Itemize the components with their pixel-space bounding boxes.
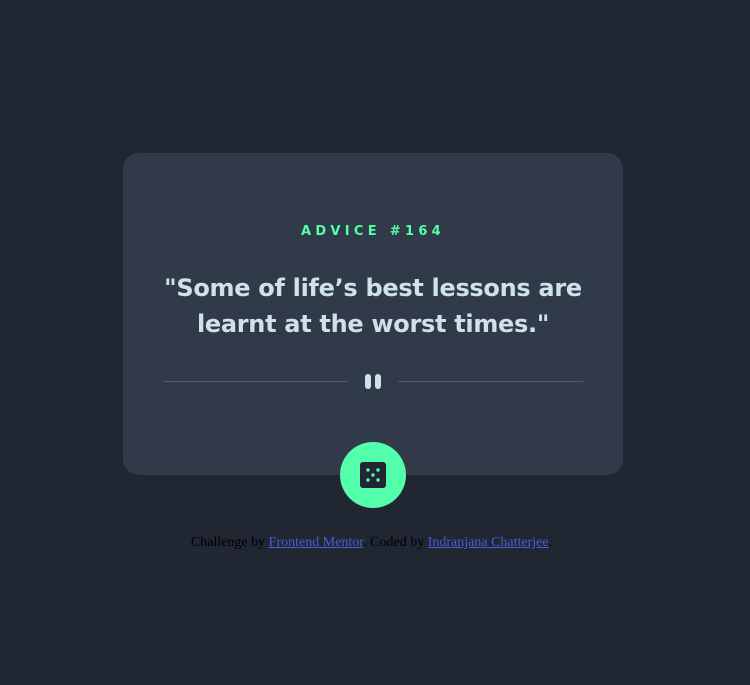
frontend-mentor-link[interactable]: Frontend Mentor [269,535,364,550]
generate-advice-button[interactable] [340,442,406,508]
attribution-suffix: . [548,535,553,550]
advice-id-label: ADVICE #164 [300,224,446,239]
author-link[interactable]: Indranjana Chatterjee [428,535,549,550]
advice-card: ADVICE #164 "Some of life’s best lessons… [123,153,623,475]
divider-line-left [163,381,348,382]
attribution-separator: . Coded by [363,535,425,550]
divider-line-right [398,381,583,382]
dice-icon [360,462,386,488]
attribution-prefix: Challenge by [190,535,266,550]
advice-quote: "Some of life’s best lessons are learnt … [164,274,582,338]
pause-bar-left [365,374,371,389]
attribution: Challenge by Frontend Mentor. Coded by I… [0,534,743,552]
pause-icon [363,374,383,389]
pause-bar-right [375,374,381,389]
